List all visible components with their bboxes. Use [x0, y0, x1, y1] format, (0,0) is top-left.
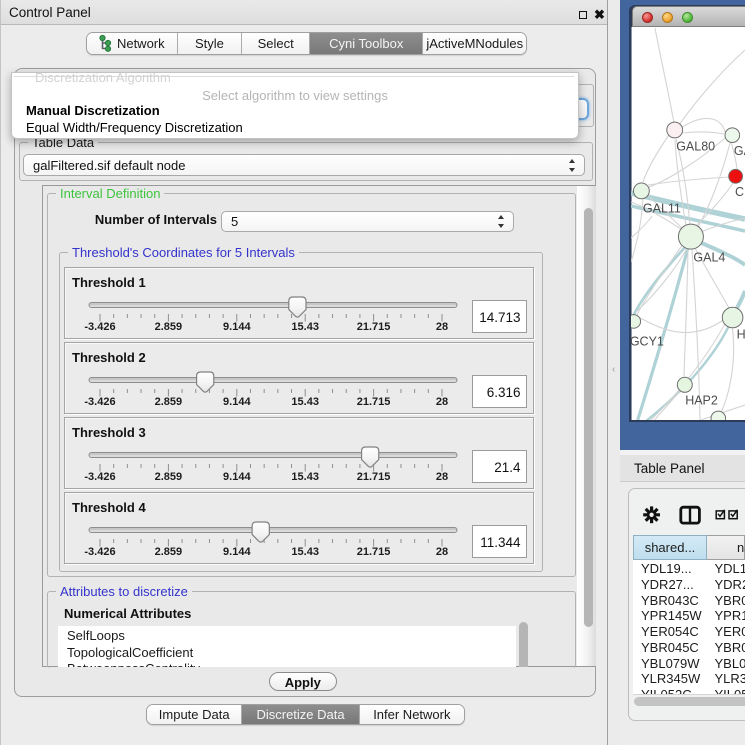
svg-text:15.43: 15.43: [291, 396, 319, 408]
svg-text:15.43: 15.43: [291, 321, 319, 333]
svg-text:GAL4: GAL4: [693, 251, 725, 265]
svg-text:9.144: 9.144: [223, 546, 251, 558]
svg-text:15.43: 15.43: [291, 471, 319, 483]
svg-text:9.144: 9.144: [223, 321, 251, 333]
svg-text:2.859: 2.859: [155, 396, 183, 408]
svg-text:21.715: 21.715: [357, 546, 391, 558]
svg-text:GAL11: GAL11: [643, 201, 681, 215]
svg-text:HAP2: HAP2: [685, 394, 718, 408]
svg-text:28: 28: [436, 546, 448, 558]
svg-text:21.715: 21.715: [357, 471, 391, 483]
svg-text:H: H: [737, 328, 745, 342]
svg-text:9.144: 9.144: [223, 396, 251, 408]
svg-text:-3.426: -3.426: [84, 471, 115, 483]
svg-text:GA: GA: [734, 144, 745, 158]
svg-text:15.43: 15.43: [291, 546, 319, 558]
svg-text:21.715: 21.715: [357, 396, 391, 408]
svg-text:2.859: 2.859: [155, 471, 183, 483]
svg-text:GAL80: GAL80: [676, 139, 715, 153]
svg-text:28: 28: [436, 396, 448, 408]
svg-text:21.715: 21.715: [357, 321, 391, 333]
svg-text:9.144: 9.144: [223, 471, 251, 483]
svg-text:-3.426: -3.426: [84, 396, 115, 408]
svg-text:GCY1: GCY1: [631, 334, 664, 348]
svg-text:28: 28: [436, 471, 448, 483]
svg-text:-3.426: -3.426: [84, 546, 115, 558]
svg-text:2.859: 2.859: [155, 321, 183, 333]
svg-text:28: 28: [436, 321, 448, 333]
svg-text:2.859: 2.859: [155, 546, 183, 558]
svg-text:C: C: [735, 185, 744, 199]
svg-text:-3.426: -3.426: [84, 321, 115, 333]
